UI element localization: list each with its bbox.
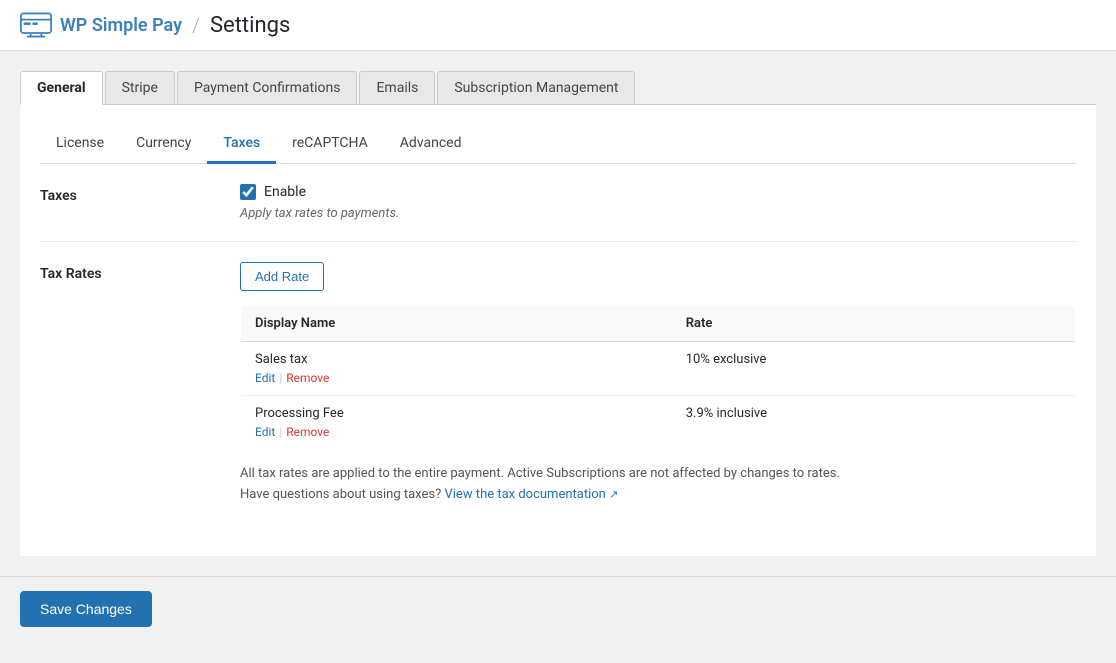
tab-stripe[interactable]: Stripe — [105, 71, 175, 104]
tab-advanced[interactable]: Advanced — [384, 125, 478, 164]
tax-row-1-remove[interactable]: Remove — [286, 371, 329, 385]
info-text-1: All tax rates are applied to the entire … — [240, 466, 840, 481]
external-link-icon: ↗ — [609, 488, 618, 501]
tab-general[interactable]: General — [20, 71, 103, 105]
tax-row-2-rate-value: 3.9% inclusive — [686, 404, 767, 421]
tax-row-1-name-cell: Sales tax Edit | Remove — [241, 342, 672, 396]
tax-row-1-actions: Edit | Remove — [255, 371, 658, 385]
taxes-content: Enable Apply tax rates to payments. — [240, 184, 1076, 221]
tax-row-2-actions: Edit | Remove — [255, 425, 658, 439]
col-display-name: Display Name — [241, 306, 672, 342]
doc-link-label: View the tax documentation — [444, 487, 605, 502]
tax-row-2-remove[interactable]: Remove — [286, 425, 329, 439]
separator-pipe-2: | — [279, 425, 282, 439]
tax-row-1-rate-value: 10% exclusive — [686, 350, 767, 367]
header-separator: / — [192, 13, 200, 37]
separator-pipe-1: | — [279, 371, 282, 385]
taxes-enable-checkbox[interactable] — [240, 184, 256, 200]
taxes-enable-row: Taxes Enable Apply tax rates to payments… — [40, 164, 1076, 242]
logo-text: WP Simple Pay — [60, 15, 182, 36]
tab-payment-confirmations[interactable]: Payment Confirmations — [177, 71, 358, 104]
tax-row-2-name-cell: Processing Fee Edit | Remove — [241, 396, 672, 450]
add-rate-button[interactable]: Add Rate — [240, 262, 324, 291]
tax-row-1-rate: 10% exclusive — [672, 342, 1076, 396]
main-content: General Stripe Payment Confirmations Ema… — [0, 51, 1116, 576]
info-text: All tax rates are applied to the entire … — [240, 464, 1076, 506]
tax-row-2-name: Processing Fee — [255, 406, 658, 421]
tax-rates-row: Tax Rates Add Rate Display Name Rate — [40, 242, 1076, 526]
tab-recaptcha[interactable]: reCAPTCHA — [276, 125, 384, 164]
footer-bar: Save Changes — [0, 576, 1116, 641]
logo-icon — [20, 12, 52, 38]
tax-row-2-rate: 3.9% inclusive — [672, 396, 1076, 450]
tab-license[interactable]: License — [40, 125, 120, 164]
tax-rates-table: Display Name Rate Sales tax Edit | — [240, 305, 1076, 450]
save-changes-button[interactable]: Save Changes — [20, 591, 152, 627]
tab-currency[interactable]: Currency — [120, 125, 207, 164]
header: WP Simple Pay / Settings — [0, 0, 1116, 51]
tab-subscription-management[interactable]: Subscription Management — [437, 71, 635, 104]
page-title: Settings — [210, 13, 290, 38]
tax-row-2-edit[interactable]: Edit — [255, 425, 275, 439]
tab-taxes[interactable]: Taxes — [207, 125, 276, 164]
enable-row: Enable — [240, 184, 1076, 200]
tax-rates-content: Add Rate Display Name Rate Sales tax — [240, 262, 1076, 506]
settings-panel: License Currency Taxes reCAPTCHA Advance… — [20, 105, 1096, 556]
info-text-2: Have questions about using taxes? — [240, 487, 441, 502]
tax-row-1-edit[interactable]: Edit — [255, 371, 275, 385]
taxes-label: Taxes — [40, 184, 240, 221]
tab-emails[interactable]: Emails — [359, 71, 435, 104]
table-row: Sales tax Edit | Remove 10% exclusive — [241, 342, 1076, 396]
tax-row-1-name: Sales tax — [255, 352, 658, 367]
logo-area: WP Simple Pay — [20, 12, 182, 38]
primary-tabs: General Stripe Payment Confirmations Ema… — [20, 71, 1096, 105]
doc-link[interactable]: View the tax documentation ↗ — [444, 487, 618, 502]
tax-rates-label: Tax Rates — [40, 262, 240, 506]
taxes-description: Apply tax rates to payments. — [240, 206, 1076, 221]
secondary-tabs: License Currency Taxes reCAPTCHA Advance… — [40, 125, 1076, 164]
enable-label: Enable — [264, 184, 306, 200]
table-row: Processing Fee Edit | Remove 3.9% inclus… — [241, 396, 1076, 450]
col-rate: Rate — [672, 306, 1076, 342]
